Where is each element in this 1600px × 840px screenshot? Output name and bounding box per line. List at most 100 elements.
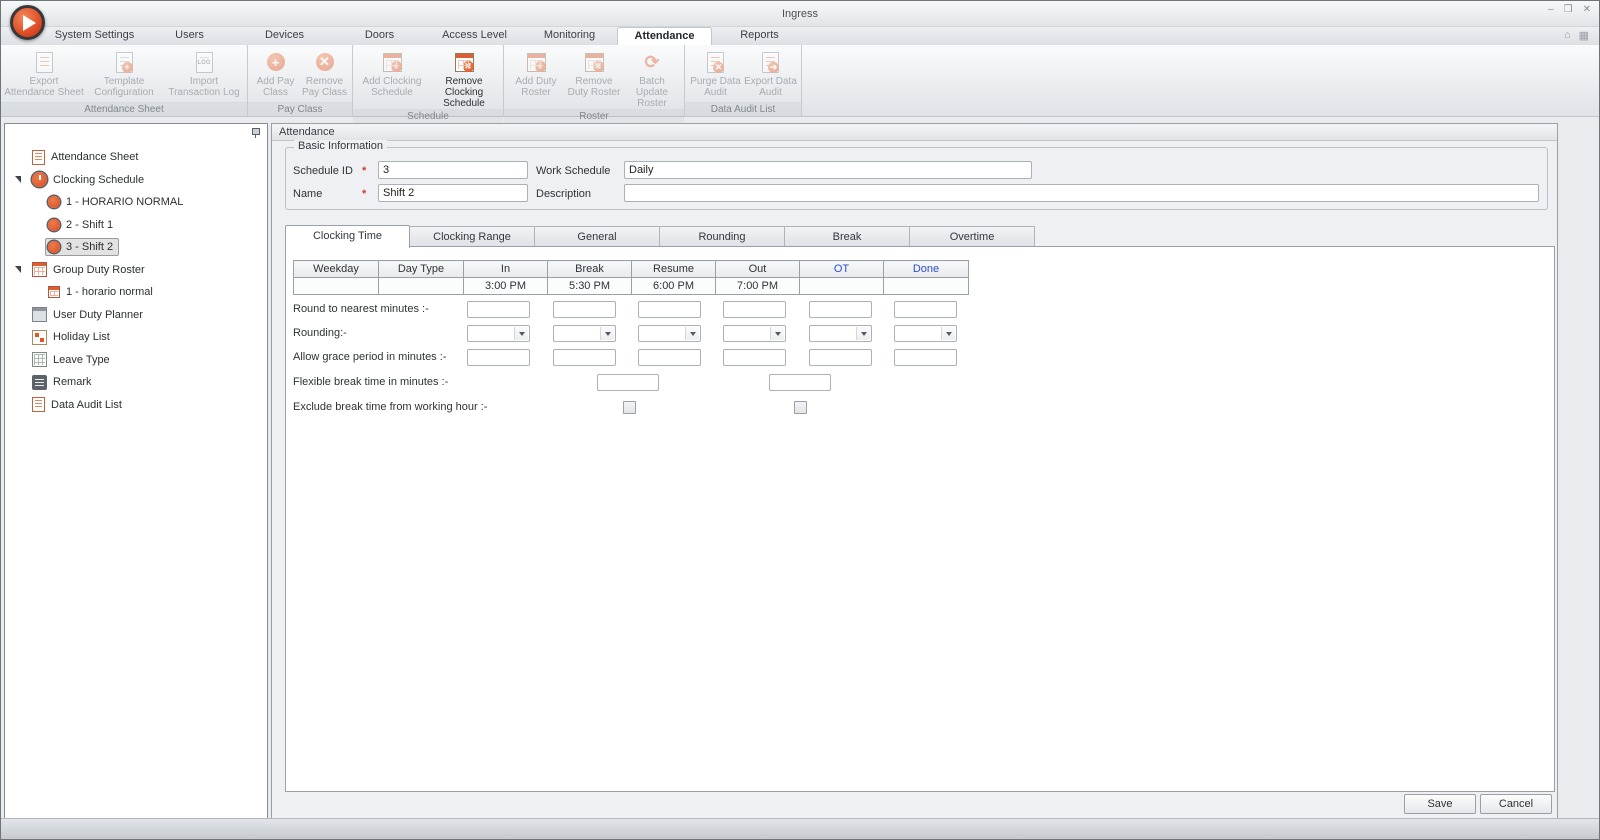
chevron-down-icon [941,327,955,340]
out-time-cell[interactable]: 7:00 PM [715,277,800,295]
add-pay-class-button[interactable]: + Add Pay Class [251,48,300,102]
tab-general[interactable]: General [535,226,660,247]
work-schedule-input[interactable] [624,161,1032,179]
export-attendance-sheet-button[interactable]: Export Attendance Sheet [4,48,84,102]
minimize-button[interactable]: – [1548,4,1554,15]
roster-calendar-icon [32,262,47,278]
close-button[interactable]: ✕ [1583,4,1591,15]
tree-item-remark[interactable]: Remark [5,371,267,394]
audit-list-icon [32,397,45,413]
expander-icon[interactable] [15,266,29,273]
planner-icon [32,307,47,323]
schedule-id-input[interactable] [378,161,528,179]
ribbon-group-attendance-sheet: Export Attendance Sheet + Template Confi… [1,45,248,116]
grace-input-resume[interactable] [638,349,701,366]
tree-item-schedule-2[interactable]: 2 - Shift 1 [5,214,267,237]
tree-item-leave-type[interactable]: Leave Type [5,349,267,372]
tab-doors[interactable]: Doors [332,27,427,45]
round-input-resume[interactable] [638,301,701,318]
expander-icon[interactable] [15,176,29,183]
done-time-cell[interactable] [883,277,969,295]
exclude-break-checkbox-2[interactable] [794,401,807,414]
import-transaction-log-button[interactable]: LOG Import Transaction Log [164,48,244,102]
rounding-select-ot[interactable] [809,325,872,342]
tab-rounding[interactable]: Rounding [660,226,785,247]
purge-data-audit-button[interactable]: ✕ Purge Data Audit [688,48,743,102]
tree-item-schedule-1[interactable]: 1 - HORARIO NORMAL [5,191,267,214]
flexible-break-input-1[interactable] [597,374,659,391]
remove-duty-roster-button[interactable]: ✕ Remove Duty Roster [565,48,623,109]
tab-reports[interactable]: Reports [712,27,807,45]
exclude-break-checkbox-1[interactable] [623,401,636,414]
rounding-select-break[interactable] [553,325,616,342]
tab-attendance[interactable]: Attendance [617,27,712,45]
grace-input-ot[interactable] [809,349,872,366]
day-type-cell[interactable] [378,277,464,295]
ingress-logo-icon[interactable] [10,5,45,40]
tree-item-group-duty-roster[interactable]: Group Duty Roster [5,259,267,282]
flexible-break-input-2[interactable] [769,374,831,391]
name-input[interactable] [378,184,528,202]
tab-access-level[interactable]: Access Level [427,27,522,45]
save-button[interactable]: Save [1404,794,1476,814]
grace-input-out[interactable] [723,349,786,366]
restore-button[interactable]: ❐ [1564,4,1573,15]
rounding-select-out[interactable] [723,325,786,342]
round-input-ot[interactable] [809,301,872,318]
roster-calendar-icon [48,286,60,299]
resume-time-cell[interactable]: 6:00 PM [631,277,716,295]
tab-monitoring[interactable]: Monitoring [522,27,617,45]
tree-item-data-audit-list[interactable]: Data Audit List [5,394,267,417]
tree-item-user-duty-planner[interactable]: User Duty Planner [5,304,267,327]
tab-clocking-time[interactable]: Clocking Time [285,225,410,248]
attendance-tree-panel: Attendance Sheet Clocking Schedule 1 - H… [4,123,268,819]
ribbon-group-pay-class: + Add Pay Class ✕ Remove Pay Class Pay C… [248,45,353,116]
round-input-out[interactable] [723,301,786,318]
clock-icon [48,241,60,254]
auto-hide-pin-icon[interactable] [251,128,260,138]
export-data-audit-button[interactable]: ➜ Export Data Audit [743,48,798,102]
chevron-down-icon [770,327,784,340]
attendance-sheet-icon [32,149,45,165]
break-time-cell[interactable]: 5:30 PM [547,277,632,295]
grace-input-in[interactable] [467,349,530,366]
tree-item-attendance-sheet[interactable]: Attendance Sheet [5,146,267,169]
ot-time-cell[interactable] [799,277,884,295]
rounding-select-in[interactable] [467,325,530,342]
tab-clocking-range[interactable]: Clocking Range [410,226,535,247]
ribbon-group-schedule: + Add Clocking Schedule ✕ Remove Clockin… [353,45,504,122]
tab-system-settings[interactable]: System Settings [47,27,142,45]
tree-item-schedule-3[interactable]: 3 - Shift 2 [5,236,267,259]
rounding-select-resume[interactable] [638,325,701,342]
template-configuration-button[interactable]: + Template Configuration [84,48,164,102]
remove-clocking-schedule-button[interactable]: ✕ Remove Clocking Schedule [428,48,500,109]
tab-overtime[interactable]: Overtime [910,226,1035,247]
description-label: Description [536,188,592,200]
round-input-break[interactable] [553,301,616,318]
tab-users[interactable]: Users [142,27,237,45]
add-clocking-schedule-button[interactable]: + Add Clocking Schedule [356,48,428,109]
panel-title: Attendance [272,124,1557,141]
tree-item-holiday-list[interactable]: Holiday List [5,326,267,349]
batch-update-roster-button[interactable]: ⟳ Batch Update Roster [623,48,681,109]
remove-pay-class-button[interactable]: ✕ Remove Pay Class [300,48,349,102]
round-input-done[interactable] [894,301,957,318]
tree-item-clocking-schedule[interactable]: Clocking Schedule [5,169,267,192]
tree-item-roster-1[interactable]: 1 - horario normal [5,281,267,304]
in-time-cell[interactable]: 3:00 PM [463,277,548,295]
round-input-in[interactable] [467,301,530,318]
tab-devices[interactable]: Devices [237,27,332,45]
cancel-button[interactable]: Cancel [1480,794,1552,814]
ribbon-group-label-data-audit: Data Audit List [685,102,801,116]
add-duty-roster-button[interactable]: + Add Duty Roster [507,48,565,109]
theme-icon[interactable]: ⌂ [1564,29,1571,42]
grace-input-done[interactable] [894,349,957,366]
weekday-cell[interactable] [293,277,379,295]
layout-options-icon[interactable]: ▦ [1579,29,1589,42]
rounding-select-done[interactable] [894,325,957,342]
description-input[interactable] [624,184,1539,202]
col-break: Break [547,260,632,278]
schedule-id-label: Schedule ID [293,165,353,177]
grace-input-break[interactable] [553,349,616,366]
tab-break[interactable]: Break [785,226,910,247]
